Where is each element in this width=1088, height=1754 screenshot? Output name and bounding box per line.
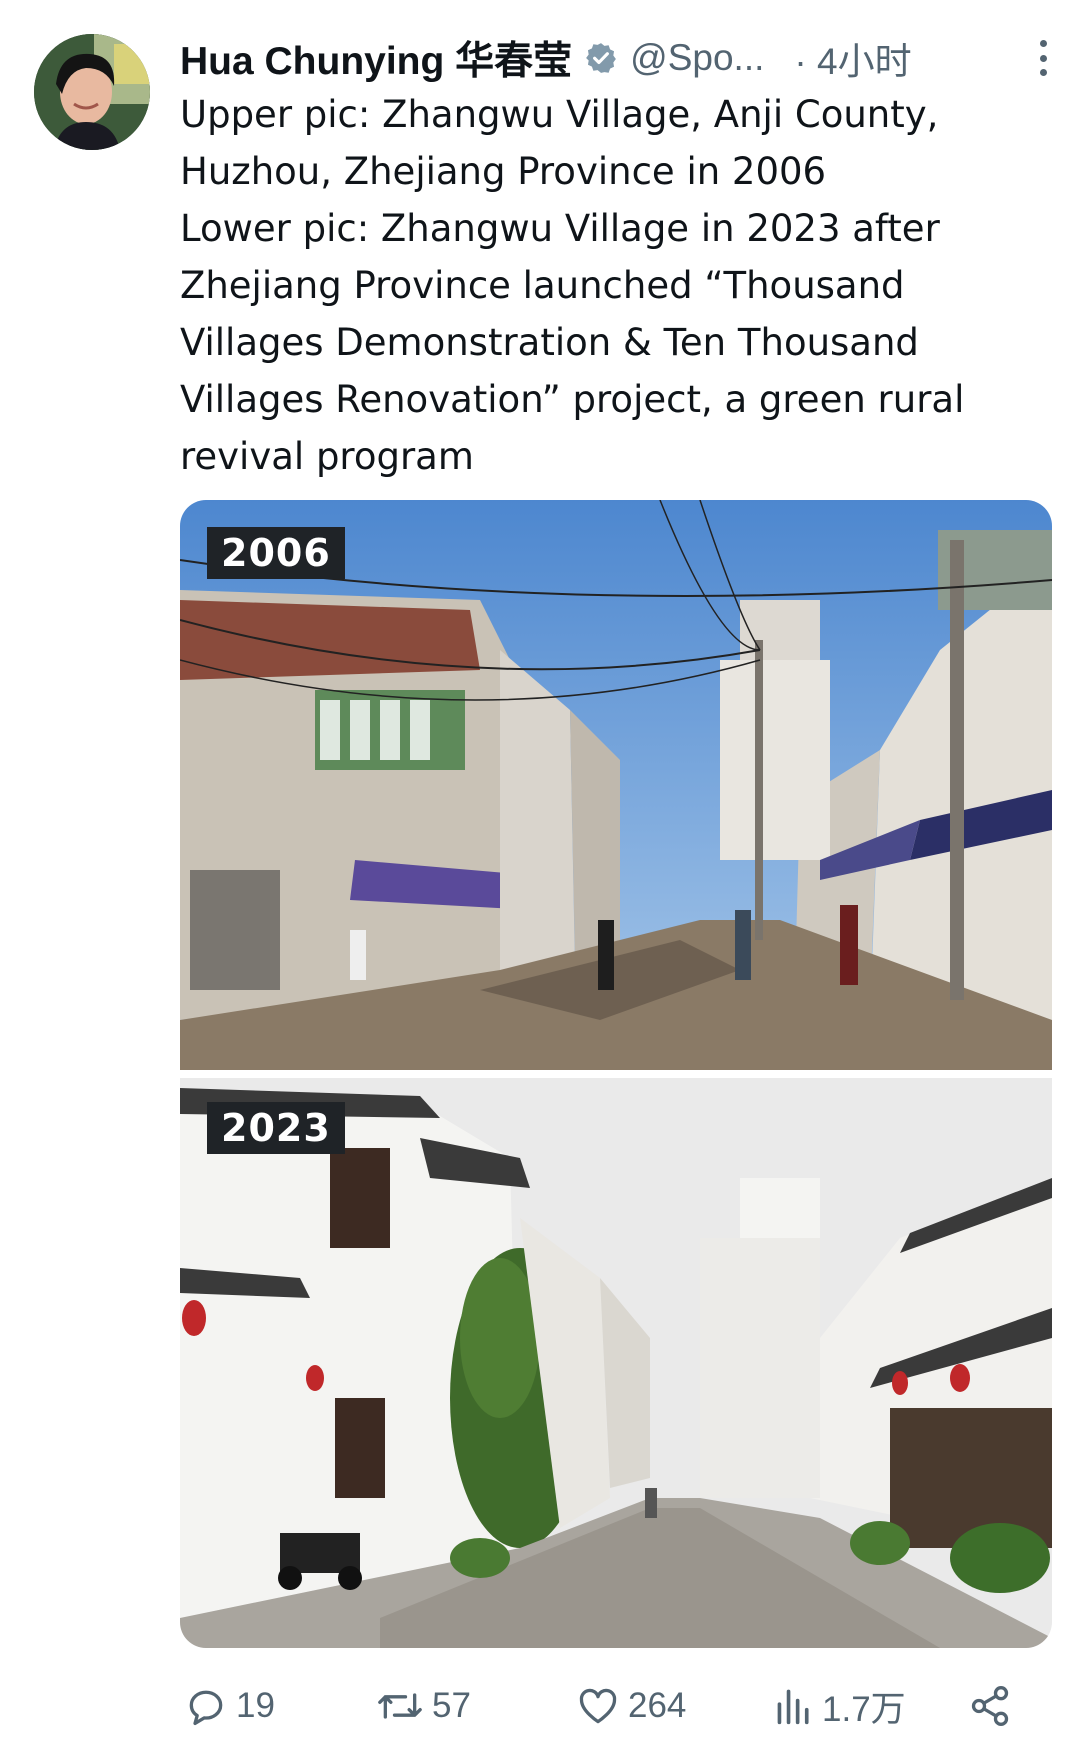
reply-icon	[184, 1684, 228, 1728]
repost-button[interactable]: 57	[376, 1676, 471, 1736]
share-button[interactable]	[968, 1676, 1012, 1736]
tweet-text-line: Villages Demonstration & Ten Thousand	[180, 321, 919, 364]
tweet-timestamp[interactable]: · 4小时	[794, 31, 911, 85]
reply-button[interactable]: 19	[184, 1676, 275, 1736]
reply-count: 19	[236, 1686, 275, 1725]
author-display-name[interactable]: Hua Chunying 华春莹	[180, 30, 572, 86]
share-icon	[968, 1684, 1012, 1728]
tweet-text: Upper pic: Zhangwu Village, Anji County,…	[180, 86, 1060, 485]
photo-2006[interactable]: 2006	[180, 500, 1052, 1070]
tweet-text-line: Zhejiang Province launched “Thousand	[180, 264, 905, 307]
view-count: 1.7万	[822, 1689, 906, 1729]
tweet-text-line: Lower pic: Zhangwu Village in 2023 after	[180, 207, 940, 250]
tweet-header: Hua Chunying 华春莹 @Spo... · 4小时	[180, 30, 1060, 86]
more-options-icon[interactable]	[1026, 36, 1060, 80]
photo-2023[interactable]: 2023	[180, 1078, 1052, 1648]
analytics-icon	[774, 1684, 814, 1728]
like-button[interactable]: 264	[576, 1676, 686, 1736]
views-button[interactable]: 1.7万	[774, 1676, 906, 1736]
repost-count: 57	[432, 1686, 471, 1725]
like-count: 264	[628, 1686, 687, 1725]
year-badge-2023: 2023	[207, 1102, 345, 1154]
author-handle[interactable]: @Spo...	[630, 37, 764, 79]
avatar[interactable]	[34, 34, 150, 150]
year-badge-2006: 2006	[207, 527, 345, 579]
tweet-action-bar: 19 57 264 1.7万	[180, 1676, 1020, 1736]
tweet-text-line: revival program	[180, 435, 474, 478]
verified-badge-icon	[584, 41, 618, 75]
tweet-media[interactable]: 2006 2023	[180, 500, 1052, 1648]
tweet-text-line: Huzhou, Zhejiang Province in 2006	[180, 150, 827, 193]
repost-icon	[376, 1684, 424, 1728]
tweet-text-line: Villages Renovation” project, a green ru…	[180, 378, 965, 421]
heart-icon	[576, 1684, 620, 1728]
tweet-text-line: Upper pic: Zhangwu Village, Anji County,	[180, 93, 939, 136]
